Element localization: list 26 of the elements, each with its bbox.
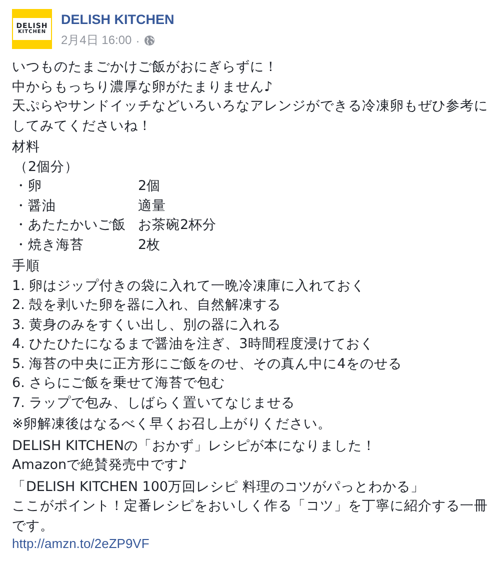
ingredient-name: ・あたたかいご飯: [13, 216, 127, 235]
ingredient-amount: 2個: [138, 177, 162, 196]
ingredient-name: ・醤油: [13, 196, 57, 216]
separator: ·: [136, 34, 140, 48]
book-text: 「DELISH KITCHEN 100万回レシピ 料理のコツがパっとわかる」 ここがポイント！定番レシピをおいしく作る「コツ」を丁寧に紹介する一冊 です。: [12, 478, 485, 536]
ingredient-amount: お茶碗2杯分: [138, 216, 218, 235]
ingredient-amount: 2枚: [138, 236, 162, 254]
section-heading: 材料: [12, 138, 41, 157]
ingredient-amount: 適量: [138, 196, 167, 216]
author-name[interactable]: DELISH KITCHEN: [61, 11, 174, 29]
section-heading: 手順: [12, 257, 41, 276]
note-text: ※卵解凍後はなるべく早くお召し上がりください。: [12, 415, 332, 434]
ingredient-name: ・卵: [13, 177, 43, 196]
step-text: 4. ひたひたになるまで醤油を注ぎ、3時間程度浸けておく: [12, 335, 375, 354]
globe-icon: [144, 35, 155, 46]
step-text: 3. 黄身のみをすくい出し、別の器に入れる: [12, 316, 282, 334]
intro-text: いつものたまごかけご飯がおにぎらずに！ 中からもっちり濃厚な卵がたまりません♪ 天ぷらやサンドイッチなどいろいろなアレンジができる冷凍卵もぜひ参考に してみてくださいね！: [12, 58, 485, 136]
step-text: 6. さらにご飯を乗せて海苔で包む: [12, 374, 226, 393]
ingredient-name: ・焼き海苔: [13, 236, 85, 254]
book-link[interactable]: http://amzn.to/2eZP9VF: [12, 536, 485, 552]
step-text: 5. 海苔の中央に正方形にご飯をのせ、その真ん中に4をのせる: [12, 354, 403, 374]
step-text: 2. 殻を剥いた卵を器に入れ、自然解凍する: [12, 296, 282, 315]
step-text: 1. 卵はジップ付きの袋に入れて一晩冷凍庫に入れておく: [12, 276, 366, 296]
servings-text: （2個分）: [13, 158, 80, 176]
step-text: 7. ラップで包み、しばらく置いてなじませる: [12, 394, 296, 412]
promo-text: DELISH KITCHENの「おかず」レシピが本になりました！ Amazonで絶賛発売中です♪: [12, 436, 377, 475]
